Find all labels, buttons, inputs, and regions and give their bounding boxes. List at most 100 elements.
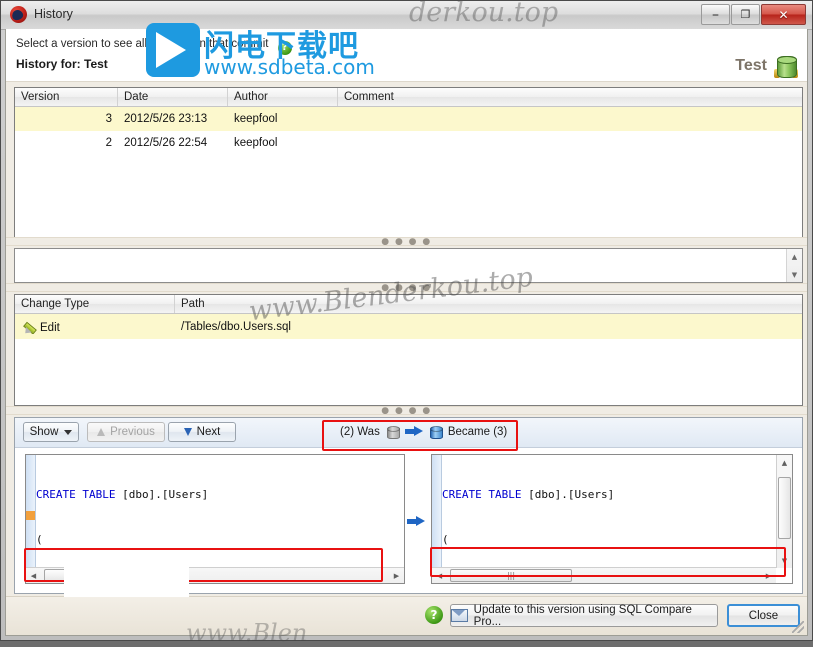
footer-help-icon[interactable]: ? <box>425 606 443 624</box>
splitter-bottom[interactable]: ● ● ● ● <box>6 406 807 415</box>
vertical-scrollbar-right[interactable]: ▲ ▼ <box>776 455 792 568</box>
cell-author: keepfool <box>234 137 278 149</box>
watermark-white-patch <box>64 567 189 597</box>
column-header-date[interactable]: Date <box>118 88 228 106</box>
became-label: Became (3) <box>447 425 508 438</box>
scroll-down-icon[interactable]: ▼ <box>777 553 792 568</box>
splitter-grip-icon: ● ● ● ● <box>381 282 432 293</box>
sql-code-left: CREATE TABLE [dbo].[Users] ( [Id] [int] … <box>36 457 404 583</box>
was-label: (2) Was <box>340 425 380 438</box>
show-dropdown-button[interactable]: Show <box>23 422 79 442</box>
cell-author: keepfool <box>234 113 278 125</box>
code-line: ( <box>442 533 449 546</box>
scroll-up-icon[interactable]: ▲ <box>787 249 802 264</box>
diff-toolbar: Show Previous Next (2) Was Became (3) <box>15 418 802 448</box>
window-controls: – ❐ ✕ <box>701 4 806 25</box>
code-line: CREATE TABLE [dbo].[Users] <box>36 488 209 501</box>
scroll-left-icon[interactable]: ◀ <box>26 568 41 583</box>
title-bar: History – ❐ ✕ <box>1 1 812 30</box>
maximize-button[interactable]: ❐ <box>731 4 760 25</box>
minimize-button[interactable]: – <box>701 4 730 25</box>
comment-scrollbar[interactable]: ▲ ▼ <box>786 249 802 282</box>
cell-date: 2012/5/26 22:54 <box>124 137 208 149</box>
database-cylinder-blue-icon <box>429 425 443 439</box>
changes-grid[interactable]: Change Type Path Edit /Tables/dbo.Users.… <box>14 294 803 406</box>
history-for-label: History for: Test <box>16 57 108 71</box>
show-label: Show <box>29 426 59 438</box>
change-map-gutter-right[interactable] <box>432 455 442 583</box>
next-label: Next <box>196 426 221 438</box>
column-header-change-type[interactable]: Change Type <box>15 295 175 313</box>
database-name-label: Test <box>735 57 767 74</box>
version-grid[interactable]: Version Date Author Comment 3 2012/5/26 … <box>14 87 803 238</box>
sql-code-right: CREATE TABLE [dbo].[Users] ( [Id] [int] … <box>442 457 776 583</box>
cell-version: 3 <box>105 113 112 125</box>
blue-right-arrow-icon <box>404 426 423 437</box>
arrow-down-icon <box>183 428 192 436</box>
minimize-icon: – <box>712 6 719 23</box>
column-header-path[interactable]: Path <box>175 295 800 313</box>
splitter-middle[interactable]: ● ● ● ● <box>6 283 807 292</box>
arrow-up-icon <box>97 428 106 436</box>
cell-date: 2012/5/26 23:13 <box>124 113 208 125</box>
mail-envelope-icon <box>451 609 468 622</box>
next-button[interactable]: Next <box>168 422 236 442</box>
column-header-comment[interactable]: Comment <box>338 88 800 106</box>
update-version-label: Update to this version using SQL Compare… <box>473 603 692 628</box>
code-line: ( <box>36 533 43 546</box>
maximize-icon: ❐ <box>740 8 751 21</box>
close-icon: ✕ <box>778 7 789 22</box>
redgate-logo-icon <box>10 6 27 23</box>
table-row[interactable]: 2 2012/5/26 22:54 keepfool <box>15 131 802 155</box>
scrollbar-thumb[interactable]: ||| <box>450 569 572 582</box>
cell-version: 2 <box>105 137 112 149</box>
change-marker <box>26 511 35 520</box>
scroll-up-icon[interactable]: ▲ <box>777 455 792 470</box>
window-title: History <box>34 7 73 21</box>
comment-input[interactable]: ▲ ▼ <box>14 248 803 283</box>
splitter-top[interactable]: ● ● ● ● <box>6 237 807 246</box>
scroll-right-icon[interactable]: ▶ <box>389 568 404 583</box>
hint-text-row: Select a version to see all changes in t… <box>16 38 292 55</box>
sql-pane-right[interactable]: CREATE TABLE [dbo].[Users] ( [Id] [int] … <box>431 454 793 584</box>
was-became-indicator: (2) Was Became (3) <box>340 425 508 439</box>
previous-label: Previous <box>110 426 155 438</box>
close-button-label: Close <box>748 609 779 622</box>
splitter-grip-icon: ● ● ● ● <box>381 405 432 416</box>
horizontal-scrollbar-right[interactable]: ◀ ||| ▶ <box>432 567 776 583</box>
chevron-down-icon <box>64 429 73 435</box>
close-window-button[interactable]: ✕ <box>761 4 806 25</box>
version-grid-header: Version Date Author Comment <box>15 88 802 107</box>
code-line: CREATE TABLE [dbo].[Users] <box>442 488 615 501</box>
scroll-down-icon[interactable]: ▼ <box>787 267 802 282</box>
scroll-right-icon[interactable]: ▶ <box>761 568 776 583</box>
header-bar: Select a version to see all changes in t… <box>6 29 807 82</box>
splitter-grip-icon: ● ● ● ● <box>381 236 432 247</box>
database-cylinder-icon <box>774 56 798 78</box>
cell-change-type-label: Edit <box>40 321 60 334</box>
hint-label: Select a version to see all changes in t… <box>16 38 269 50</box>
close-button[interactable]: Close <box>727 604 800 627</box>
cell-change-type: Edit <box>15 320 175 334</box>
resize-grip-icon[interactable] <box>792 621 804 633</box>
footer-bar: ? Update to this version using SQL Compa… <box>6 596 807 635</box>
scroll-left-icon[interactable]: ◀ <box>432 568 447 583</box>
sql-pane-left[interactable]: CREATE TABLE [dbo].[Users] ( [Id] [int] … <box>25 454 405 584</box>
table-row[interactable]: 3 2012/5/26 23:13 keepfool <box>15 107 802 131</box>
column-header-author[interactable]: Author <box>228 88 338 106</box>
column-header-version[interactable]: Version <box>15 88 118 106</box>
table-row[interactable]: Edit /Tables/dbo.Users.sql <box>15 314 802 339</box>
update-version-button[interactable]: Update to this version using SQL Compare… <box>450 603 718 628</box>
client-area: Select a version to see all changes in t… <box>5 29 808 636</box>
previous-button[interactable]: Previous <box>87 422 165 442</box>
pencil-edit-icon <box>23 320 37 333</box>
history-window: History – ❐ ✕ Select a version to see al… <box>0 0 813 647</box>
help-icon[interactable]: ? <box>277 41 292 55</box>
changes-grid-header: Change Type Path <box>15 295 802 314</box>
cell-path: /Tables/dbo.Users.sql <box>181 320 291 333</box>
scrollbar-thumb[interactable] <box>778 477 791 539</box>
db-cylinder-body <box>777 56 797 78</box>
diff-direction-arrow-icon <box>407 516 425 527</box>
change-map-gutter-left[interactable] <box>26 455 36 583</box>
database-cylinder-gray-icon <box>386 425 400 439</box>
